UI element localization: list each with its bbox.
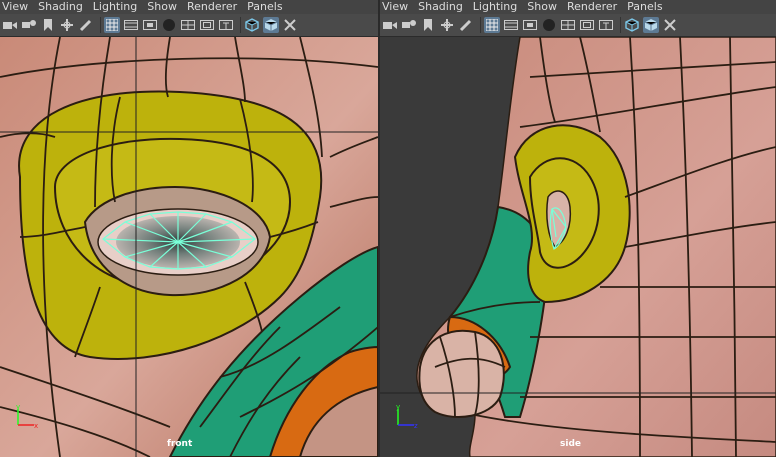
bookmark-icon[interactable] bbox=[420, 17, 436, 33]
pan-icon[interactable] bbox=[439, 17, 455, 33]
menu-view[interactable]: View bbox=[0, 0, 34, 14]
side-head-mesh bbox=[380, 37, 776, 457]
bookmark-icon[interactable] bbox=[40, 17, 56, 33]
safe-title-icon[interactable] bbox=[598, 17, 614, 33]
gate-mask-icon[interactable] bbox=[161, 17, 177, 33]
grid-icon[interactable] bbox=[484, 17, 500, 33]
menu-panels[interactable]: Panels bbox=[623, 0, 668, 14]
field-chart-icon[interactable] bbox=[560, 17, 576, 33]
safe-title-icon[interactable] bbox=[218, 17, 234, 33]
svg-text:x: x bbox=[34, 422, 38, 429]
smooth-shade-icon[interactable] bbox=[643, 17, 659, 33]
menu-shading[interactable]: Shading bbox=[34, 0, 89, 14]
wireframe-icon[interactable] bbox=[244, 17, 260, 33]
toolbar-separator bbox=[100, 17, 101, 33]
camera-attr-icon[interactable] bbox=[401, 17, 417, 33]
film-gate-icon[interactable] bbox=[503, 17, 519, 33]
camera-name-label: front bbox=[167, 439, 193, 449]
menu-lighting[interactable]: Lighting bbox=[89, 0, 143, 14]
side-panel-menubar: View Shading Lighting Show Renderer Pane… bbox=[380, 0, 776, 14]
svg-text:z: z bbox=[414, 422, 418, 429]
menu-show[interactable]: Show bbox=[143, 0, 183, 14]
front-eye-mesh bbox=[0, 37, 378, 457]
smooth-shade-icon[interactable] bbox=[263, 17, 279, 33]
camera-icon[interactable] bbox=[382, 17, 398, 33]
gate-mask-icon[interactable] bbox=[541, 17, 557, 33]
menu-lighting[interactable]: Lighting bbox=[469, 0, 523, 14]
wireframe-icon[interactable] bbox=[624, 17, 640, 33]
menu-shading[interactable]: Shading bbox=[414, 0, 469, 14]
toolbar-separator bbox=[620, 17, 621, 33]
menu-renderer[interactable]: Renderer bbox=[183, 0, 243, 14]
front-panel-menubar: View Shading Lighting Show Renderer Pane… bbox=[0, 0, 378, 14]
svg-text:y: y bbox=[396, 403, 400, 411]
resolution-gate-icon[interactable] bbox=[142, 17, 158, 33]
front-panel-toolbar bbox=[0, 14, 378, 37]
camera-name-label: side bbox=[560, 439, 581, 449]
isolate-icon[interactable] bbox=[282, 17, 298, 33]
safe-action-icon[interactable] bbox=[579, 17, 595, 33]
axis-gizmo: yx bbox=[14, 403, 40, 429]
grease-pencil-icon[interactable] bbox=[78, 17, 94, 33]
svg-text:y: y bbox=[16, 403, 20, 411]
side-viewport-panel[interactable]: View Shading Lighting Show Renderer Pane… bbox=[380, 0, 776, 457]
axis-gizmo: yz bbox=[394, 403, 420, 429]
menu-renderer[interactable]: Renderer bbox=[563, 0, 623, 14]
safe-action-icon[interactable] bbox=[199, 17, 215, 33]
front-viewport[interactable]: yx front bbox=[0, 37, 378, 457]
menu-show[interactable]: Show bbox=[523, 0, 563, 14]
menu-view[interactable]: View bbox=[380, 0, 414, 14]
resolution-gate-icon[interactable] bbox=[522, 17, 538, 33]
film-gate-icon[interactable] bbox=[123, 17, 139, 33]
isolate-icon[interactable] bbox=[662, 17, 678, 33]
pan-icon[interactable] bbox=[59, 17, 75, 33]
nose-tip bbox=[418, 329, 505, 418]
grease-pencil-icon[interactable] bbox=[458, 17, 474, 33]
front-viewport-panel[interactable]: View Shading Lighting Show Renderer Pane… bbox=[0, 0, 378, 457]
menu-panels[interactable]: Panels bbox=[243, 0, 288, 14]
camera-icon[interactable] bbox=[2, 17, 18, 33]
camera-attr-icon[interactable] bbox=[21, 17, 37, 33]
grid-icon[interactable] bbox=[104, 17, 120, 33]
field-chart-icon[interactable] bbox=[180, 17, 196, 33]
toolbar-separator bbox=[240, 17, 241, 33]
side-panel-toolbar bbox=[380, 14, 776, 37]
toolbar-separator bbox=[480, 17, 481, 33]
side-viewport[interactable]: yz side bbox=[380, 37, 776, 457]
